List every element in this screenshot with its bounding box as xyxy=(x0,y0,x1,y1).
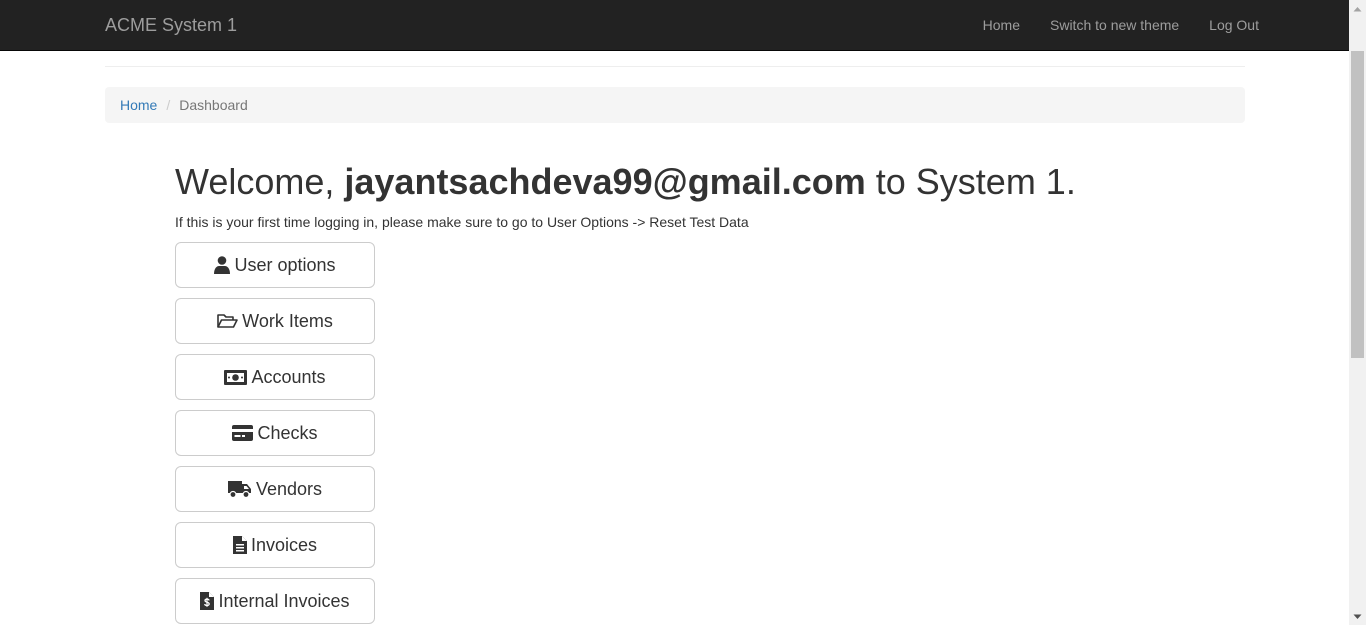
accounts-button[interactable]: Accounts xyxy=(175,354,375,400)
file-text-icon xyxy=(232,536,247,554)
user-options-button[interactable]: User options xyxy=(175,242,375,288)
breadcrumb-separator: / xyxy=(166,97,171,113)
breadcrumb-home-link[interactable]: Home xyxy=(120,97,157,113)
internal-invoices-button[interactable]: Internal Invoices xyxy=(175,578,375,624)
accounts-label: Accounts xyxy=(251,366,326,387)
internal-invoices-label: Internal Invoices xyxy=(218,590,350,611)
nav-switch-theme-link[interactable]: Switch to new theme xyxy=(1050,17,1179,33)
vendors-button[interactable]: Vendors xyxy=(175,466,375,512)
welcome-prefix: Welcome, xyxy=(175,161,345,202)
top-navbar: ACME System 1 Home Switch to new theme L… xyxy=(0,0,1349,51)
credit-card-icon xyxy=(232,425,254,441)
divider xyxy=(105,66,1245,67)
checks-label: Checks xyxy=(257,422,318,443)
brand-link[interactable]: ACME System 1 xyxy=(105,14,237,36)
breadcrumb-current: Dashboard xyxy=(179,97,248,113)
breadcrumb: Home / Dashboard xyxy=(105,87,1245,123)
dashboard-menu: User options Work Items Accounts Checks … xyxy=(175,242,375,634)
nav-logout-link[interactable]: Log Out xyxy=(1209,17,1259,33)
file-invoice-dollar-icon xyxy=(200,592,215,610)
work-items-label: Work Items xyxy=(242,310,333,331)
scrollbar-thumb[interactable] xyxy=(1351,51,1364,358)
user-icon xyxy=(214,256,231,274)
welcome-user-email: jayantsachdeva99@gmail.com xyxy=(344,161,866,202)
work-items-button[interactable]: Work Items xyxy=(175,298,375,344)
invoices-button[interactable]: Invoices xyxy=(175,522,375,568)
scroll-down-arrow-icon[interactable] xyxy=(1349,608,1366,625)
welcome-heading: Welcome, jayantsachdeva99@gmail.com to S… xyxy=(175,160,1076,204)
truck-icon xyxy=(227,480,252,498)
first-login-notice: If this is your first time logging in, p… xyxy=(175,214,749,230)
money-icon xyxy=(224,369,248,385)
invoices-label: Invoices xyxy=(250,534,318,555)
folder-open-icon xyxy=(217,313,238,329)
scroll-up-arrow-icon[interactable] xyxy=(1349,0,1366,17)
welcome-suffix: to System 1. xyxy=(865,161,1076,202)
checks-button[interactable]: Checks xyxy=(175,410,375,456)
page-scrollbar[interactable] xyxy=(1349,0,1366,625)
user-options-label: User options xyxy=(234,254,336,275)
vendors-label: Vendors xyxy=(255,478,323,499)
nav-home-link[interactable]: Home xyxy=(983,17,1020,33)
navbar-links: Home Switch to new theme Log Out xyxy=(983,0,1259,50)
